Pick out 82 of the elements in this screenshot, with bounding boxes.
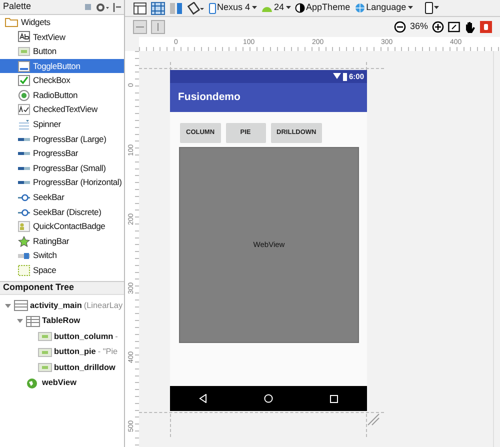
button-icon (38, 331, 52, 342)
caret-icon (434, 6, 440, 10)
tree-item[interactable]: TableRow (0, 314, 124, 329)
resize-handle[interactable] (367, 413, 380, 426)
split-view-icon[interactable] (169, 2, 183, 14)
palette-item[interactable]: CheckBox (0, 73, 124, 88)
button-icon (18, 46, 30, 57)
tree-item[interactable]: button_pie - "Pie (0, 344, 124, 360)
panel-title: Component Tree (3, 281, 74, 294)
recents-icon[interactable] (330, 394, 338, 402)
palette-item[interactable]: ToggleButton (0, 58, 124, 74)
pin-icon[interactable] (113, 2, 121, 12)
palette-item[interactable]: TextView (0, 30, 124, 44)
seek-bar-icon (18, 206, 30, 218)
palette-item[interactable]: QuickContactBadge (0, 219, 124, 234)
zoom-out-icon[interactable] (394, 21, 406, 33)
rotate-icon[interactable] (187, 2, 205, 14)
language-menu[interactable]: Language (355, 1, 414, 15)
palette-item[interactable]: ProgressBar (Horizontal) (0, 176, 124, 190)
panel-title: Palette (3, 0, 32, 14)
palette-item[interactable]: CheckedTextView (0, 102, 124, 118)
palette-item[interactable]: ProgressBar (0, 146, 124, 161)
tree-item[interactable]: button_column - (0, 329, 124, 344)
palette-item[interactable]: Button (0, 44, 124, 59)
seek-bar-icon (18, 192, 30, 203)
blueprint-view-icon[interactable] (151, 2, 165, 14)
back-icon[interactable] (198, 394, 207, 403)
expand-arrow-icon[interactable] (16, 317, 24, 326)
zoom-in-icon[interactable] (432, 21, 444, 33)
api-level-menu[interactable]: 24 (261, 1, 292, 15)
toggle-icon (18, 60, 30, 72)
radio-icon (18, 90, 30, 101)
checked-text-icon (18, 104, 30, 116)
text-view-icon (18, 31, 30, 42)
tree-item[interactable]: activity_main (LinearLay (0, 298, 124, 314)
folder-icon (5, 17, 18, 28)
zoom-level: 36% (410, 20, 428, 34)
phone-icon (425, 2, 434, 14)
star-icon (18, 236, 30, 247)
pan-vertical-icon[interactable] (151, 20, 165, 34)
globe-icon (355, 3, 366, 13)
theme-menu[interactable]: AppTheme (295, 1, 352, 15)
space-icon (18, 264, 30, 276)
caret-icon (252, 6, 258, 10)
expand-arrow-icon[interactable] (4, 302, 12, 310)
device-preview-menu[interactable] (425, 2, 440, 14)
wifi-icon (332, 73, 341, 80)
hand-icon[interactable] (464, 20, 476, 34)
caret-icon (408, 6, 414, 10)
palette-item[interactable]: ProgressBar (Small) (0, 160, 124, 176)
theme-icon (295, 3, 306, 13)
switch-icon (18, 250, 30, 262)
palette-item[interactable]: RadioButton (0, 88, 124, 103)
tree-item[interactable]: webView (0, 376, 124, 391)
tree-item[interactable]: button_drilldow (0, 360, 124, 376)
pan-horizontal-icon[interactable] (133, 20, 147, 34)
error-icon[interactable] (480, 21, 492, 33)
home-icon[interactable] (264, 394, 273, 403)
design-view-icon[interactable] (133, 2, 147, 14)
palette-item[interactable]: Spinner (0, 117, 124, 132)
battery-icon (342, 72, 347, 80)
button-icon (38, 346, 52, 358)
palette-item[interactable]: Switch (0, 248, 124, 264)
palette-item[interactable]: RatingBar (0, 234, 124, 248)
table-icon (26, 316, 40, 327)
device-menu[interactable]: Nexus 4 (209, 1, 258, 15)
checkbox-icon (18, 75, 30, 86)
contact-badge-icon (18, 221, 30, 232)
caret-icon (286, 6, 292, 10)
fit-screen-icon[interactable] (448, 21, 460, 33)
app-title: Fusiondemo (178, 90, 240, 105)
palette-item[interactable]: ProgressBar (Large) (0, 132, 124, 146)
globe-icon (26, 378, 40, 389)
palette-item[interactable]: Space (0, 263, 124, 278)
spinner-icon (18, 118, 30, 130)
layout-icon (14, 300, 28, 312)
settings-icon[interactable] (96, 2, 109, 12)
palette-group[interactable]: Widgets (0, 15, 124, 30)
palette-item[interactable]: SeekBar (Discrete) (0, 204, 124, 220)
button-icon (38, 362, 52, 374)
palette-item[interactable]: SeekBar (0, 190, 124, 205)
phone-icon (209, 2, 216, 14)
